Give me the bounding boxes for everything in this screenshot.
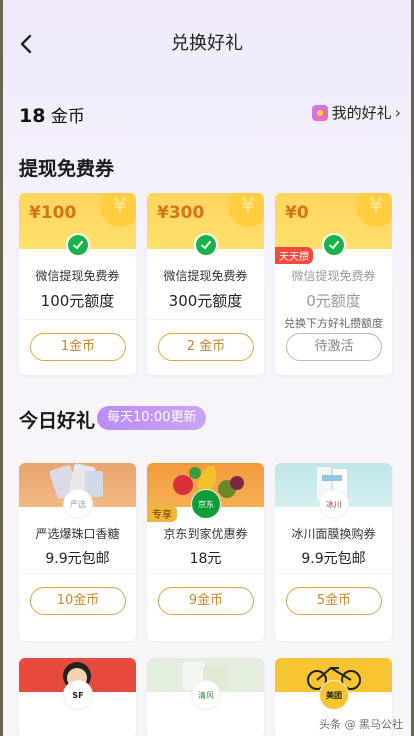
qingfeng-logo-icon: 清风 xyxy=(191,680,221,710)
voucher-body: 微信提现免费券 300元额度 xyxy=(147,267,264,311)
watermark: 头条 @ 黑马公社 xyxy=(319,718,403,731)
brand-logo-icon: 冰川 xyxy=(319,489,349,519)
gift-card[interactable]: 专享 京东 京东到家优惠券 18元 9金币 xyxy=(147,463,264,641)
divider xyxy=(19,573,136,574)
redeem-button[interactable]: 2 金币 xyxy=(158,333,254,361)
today-section-title: 今日好礼 xyxy=(19,410,96,432)
voucher-amount: ¥100 xyxy=(29,203,77,223)
gift-card[interactable]: 冰川 冰川面膜换购券 9.9元包邮 5金币 xyxy=(275,463,392,641)
update-badge: 每天10:00更新 xyxy=(97,406,207,430)
coin-balance: 18 金币 xyxy=(19,102,85,127)
divider xyxy=(147,319,264,320)
app-screen: 兑换好礼 18 金币 我的好礼 › 提现免费券 ¥100 ¥ 微信提现免费券 1… xyxy=(3,0,411,736)
page-title: 兑换好礼 xyxy=(171,33,243,54)
daily-tag: 天天攒 xyxy=(275,247,313,264)
voucher-quota: 0元额度 xyxy=(306,292,361,310)
voucher-note: 兑换下方好礼攒额度 xyxy=(284,317,383,330)
voucher-amount: ¥0 xyxy=(285,203,309,223)
voucher-quota: 100元额度 xyxy=(40,292,115,310)
top-bar: 兑换好礼 xyxy=(3,0,411,88)
sf-logo-icon: SF xyxy=(63,680,93,710)
jd-daojia-logo-icon: 京东 xyxy=(191,489,221,519)
yen-coin-icon: ¥ xyxy=(356,193,392,227)
gift-body: 严选爆珠口香糖 9.9元包邮 xyxy=(19,525,136,568)
gift-body: 冰川面膜换购券 9.9元包邮 xyxy=(275,525,392,568)
voucher-card[interactable]: ¥0 ¥ 天天攒 微信提现免费券 0元额度 兑换下方好礼攒额度 待激活 xyxy=(275,193,392,375)
gift-name: 京东到家优惠券 xyxy=(163,527,248,541)
brand-logo-icon: 严选 xyxy=(63,489,93,519)
wechat-icon xyxy=(322,233,346,257)
gift-name: 冰川面膜换购券 xyxy=(291,527,376,541)
voucher-body: 微信提现免费券 100元额度 xyxy=(19,267,136,311)
gift-card[interactable]: 严选 严选爆珠口香糖 9.9元包邮 10金币 xyxy=(19,463,136,641)
pending-button[interactable]: 待激活 xyxy=(286,333,382,361)
gift-card[interactable]: 清风 xyxy=(147,658,264,736)
gift-card[interactable]: SF xyxy=(19,658,136,736)
vouchers-section-title: 提现免费券 xyxy=(19,158,115,180)
gift-icon xyxy=(311,104,328,121)
gift-price: 9.9元包邮 xyxy=(45,551,110,567)
voucher-name: 微信提现免费券 xyxy=(35,269,120,283)
divider xyxy=(147,573,264,574)
gift-price: 9.9元包邮 xyxy=(301,551,366,567)
yen-coin-icon: ¥ xyxy=(228,193,264,227)
exchange-button[interactable]: 5金币 xyxy=(286,587,382,615)
voucher-quota: 300元额度 xyxy=(168,292,243,310)
gift-name: 严选爆珠口香糖 xyxy=(35,527,120,541)
my-gifts-label: 我的好礼 xyxy=(331,104,392,122)
wechat-icon xyxy=(66,233,90,257)
my-gifts-link[interactable]: 我的好礼 › xyxy=(311,102,401,123)
exchange-button[interactable]: 10金币 xyxy=(30,587,126,615)
voucher-amount: ¥300 xyxy=(157,203,205,223)
coin-amount: 18 xyxy=(19,105,46,127)
voucher-name: 微信提现免费券 xyxy=(291,269,376,283)
chevron-right-icon: › xyxy=(394,103,401,122)
divider xyxy=(275,573,392,574)
exclusive-tag: 专享 xyxy=(147,505,177,522)
gift-body: 京东到家优惠券 18元 xyxy=(147,525,264,568)
yen-coin-icon: ¥ xyxy=(100,193,136,227)
exchange-button[interactable]: 9金币 xyxy=(158,587,254,615)
gift-price: 18元 xyxy=(189,551,222,567)
voucher-body: 微信提现免费券 0元额度 兑换下方好礼攒额度 xyxy=(275,267,392,331)
divider xyxy=(19,319,136,320)
voucher-name: 微信提现免费券 xyxy=(163,269,248,283)
coin-unit: 金币 xyxy=(50,107,85,127)
wechat-icon xyxy=(194,233,218,257)
voucher-card[interactable]: ¥100 ¥ 微信提现免费券 100元额度 1金币 xyxy=(19,193,136,375)
redeem-button[interactable]: 1金币 xyxy=(30,333,126,361)
meituan-logo-icon: 美团 xyxy=(319,680,349,710)
voucher-card[interactable]: ¥300 ¥ 微信提现免费券 300元额度 2 金币 xyxy=(147,193,264,375)
